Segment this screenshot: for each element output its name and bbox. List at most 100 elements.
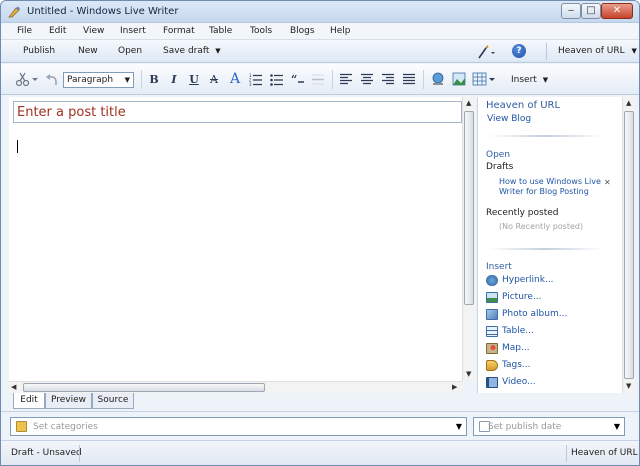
- sidebar: Heaven of URL View Blog Open Drafts How …: [477, 97, 622, 393]
- writer-app-icon: [8, 6, 20, 18]
- status-bar: Draft - Unsaved Heaven of URL: [1, 440, 639, 465]
- tab-edit[interactable]: Edit: [13, 393, 45, 409]
- publish-date-placeholder: Set publish date: [488, 422, 562, 432]
- hyperlink-icon: [486, 275, 498, 286]
- scroll-down-icon[interactable]: ▼: [466, 370, 471, 378]
- editor-vertical-scrollbar[interactable]: ▲ ▼: [462, 97, 475, 381]
- editor-vertical-scroll-thumb[interactable]: [464, 111, 474, 305]
- sidebar-scrollbar[interactable]: ▲ ▼: [622, 97, 635, 393]
- save-draft-label: Save draft: [163, 46, 210, 56]
- publish-button[interactable]: Publish: [23, 46, 55, 56]
- toolbar-separator: [332, 70, 333, 89]
- undo-icon[interactable]: [45, 73, 59, 86]
- close-icon: ✕: [612, 5, 622, 16]
- post-title-input[interactable]: Enter a post title: [13, 101, 462, 123]
- menu-blogs[interactable]: Blogs: [290, 26, 315, 36]
- align-right-icon[interactable]: [381, 73, 395, 86]
- save-draft-button[interactable]: Save draft ▼: [163, 46, 221, 56]
- help-icon[interactable]: ?: [512, 44, 526, 58]
- post-editor[interactable]: Enter a post title: [9, 97, 462, 381]
- strikethrough-button[interactable]: A: [208, 72, 220, 87]
- blog-account-dropdown[interactable]: Heaven of URL ▼: [558, 46, 637, 56]
- categories-field[interactable]: Set categories ▼: [10, 417, 467, 436]
- bulleted-list-icon[interactable]: [270, 73, 284, 86]
- insert-map-label: Map...: [502, 343, 530, 353]
- insert-photo-album-label: Photo album...: [502, 309, 568, 319]
- menu-view[interactable]: View: [83, 26, 104, 36]
- justify-icon[interactable]: [402, 73, 416, 86]
- numbered-list-icon[interactable]: 1 2 3: [249, 73, 263, 86]
- svg-text:3: 3: [249, 82, 252, 86]
- post-properties-bar: Set categories ▼ Set publish date ▼: [1, 411, 639, 439]
- paragraph-style-select[interactable]: Paragraph ▼: [63, 72, 134, 88]
- status-blog-name: Heaven of URL: [571, 448, 638, 458]
- tab-preview[interactable]: Preview: [45, 393, 92, 409]
- horizontal-line-icon[interactable]: [311, 73, 325, 86]
- insert-picture-icon[interactable]: [452, 72, 466, 87]
- window-title: Untitled - Windows Live Writer: [27, 6, 179, 17]
- minimize-icon: ‒: [567, 5, 575, 16]
- menu-file[interactable]: File: [17, 26, 32, 36]
- open-button[interactable]: Open: [118, 46, 142, 56]
- chevron-down-icon: ▼: [215, 47, 221, 55]
- drafts-heading: Drafts: [486, 162, 514, 172]
- align-left-icon[interactable]: [339, 73, 353, 86]
- chevron-down-icon[interactable]: ▼: [614, 422, 620, 431]
- italic-button[interactable]: I: [168, 72, 180, 87]
- menu-edit[interactable]: Edit: [49, 26, 66, 36]
- format-painter-icon[interactable]: [477, 45, 497, 59]
- close-button[interactable]: ✕: [601, 3, 633, 19]
- scroll-up-icon[interactable]: ▲: [466, 99, 471, 107]
- tags-icon: [486, 360, 498, 371]
- draft-item-line-2[interactable]: Writer for Blog Posting: [499, 187, 589, 196]
- cut-icon[interactable]: [15, 72, 39, 87]
- remove-draft-icon[interactable]: ✕: [604, 178, 611, 187]
- insert-table-icon[interactable]: [472, 72, 496, 87]
- align-center-icon[interactable]: [360, 73, 374, 86]
- paragraph-style-value: Paragraph: [67, 75, 114, 85]
- picture-icon: [486, 292, 498, 303]
- video-icon: [486, 377, 498, 388]
- sidebar-blog-name: Heaven of URL: [486, 100, 561, 111]
- sidebar-scroll-thumb[interactable]: [624, 111, 634, 379]
- command-separator: [546, 43, 547, 60]
- new-button[interactable]: New: [78, 46, 98, 56]
- chevron-down-icon: ▼: [542, 76, 549, 84]
- menu-table[interactable]: Table: [209, 26, 232, 36]
- status-separator: [566, 445, 567, 462]
- svg-text:“: “: [291, 73, 297, 86]
- draft-item-line-1[interactable]: How to use Windows Live: [499, 177, 601, 186]
- photo-album-icon: [486, 309, 498, 320]
- menu-bar: File Edit View Insert Format Table Tools…: [1, 23, 639, 40]
- editor-horizontal-scrollbar[interactable]: ◀ ▶: [9, 381, 462, 393]
- sidebar-divider: [488, 135, 603, 137]
- maximize-button[interactable]: □: [581, 3, 601, 19]
- insert-menu-button[interactable]: Insert ▼: [511, 75, 548, 85]
- menu-tools[interactable]: Tools: [250, 26, 272, 36]
- tab-source[interactable]: Source: [92, 393, 134, 409]
- view-blog-link[interactable]: View Blog: [487, 114, 531, 124]
- menu-help[interactable]: Help: [330, 26, 351, 36]
- editor-horizontal-scroll-thumb[interactable]: [23, 383, 265, 392]
- insert-hyperlink-icon[interactable]: [431, 72, 445, 87]
- status-separator: [79, 445, 80, 462]
- underline-button[interactable]: U: [188, 72, 200, 87]
- menu-insert[interactable]: Insert: [120, 26, 146, 36]
- map-icon: [486, 343, 498, 354]
- minimize-button[interactable]: ‒: [561, 3, 581, 19]
- recently-posted-heading: Recently posted: [486, 208, 559, 218]
- bold-button[interactable]: B: [148, 72, 160, 87]
- menu-format[interactable]: Format: [163, 26, 195, 36]
- toolbar-separator: [141, 70, 142, 89]
- scroll-up-icon[interactable]: ▲: [626, 99, 631, 107]
- blockquote-icon[interactable]: “: [291, 73, 305, 86]
- chevron-down-icon: ▼: [124, 76, 130, 84]
- table-icon: [486, 326, 498, 337]
- scroll-down-icon[interactable]: ▼: [626, 382, 631, 390]
- categories-placeholder: Set categories: [33, 422, 98, 432]
- scroll-left-icon[interactable]: ◀: [11, 383, 16, 391]
- font-color-button[interactable]: A: [228, 72, 242, 87]
- publish-date-field[interactable]: Set publish date ▼: [473, 417, 625, 436]
- scroll-right-icon[interactable]: ▶: [452, 383, 457, 391]
- chevron-down-icon[interactable]: ▼: [456, 422, 462, 431]
